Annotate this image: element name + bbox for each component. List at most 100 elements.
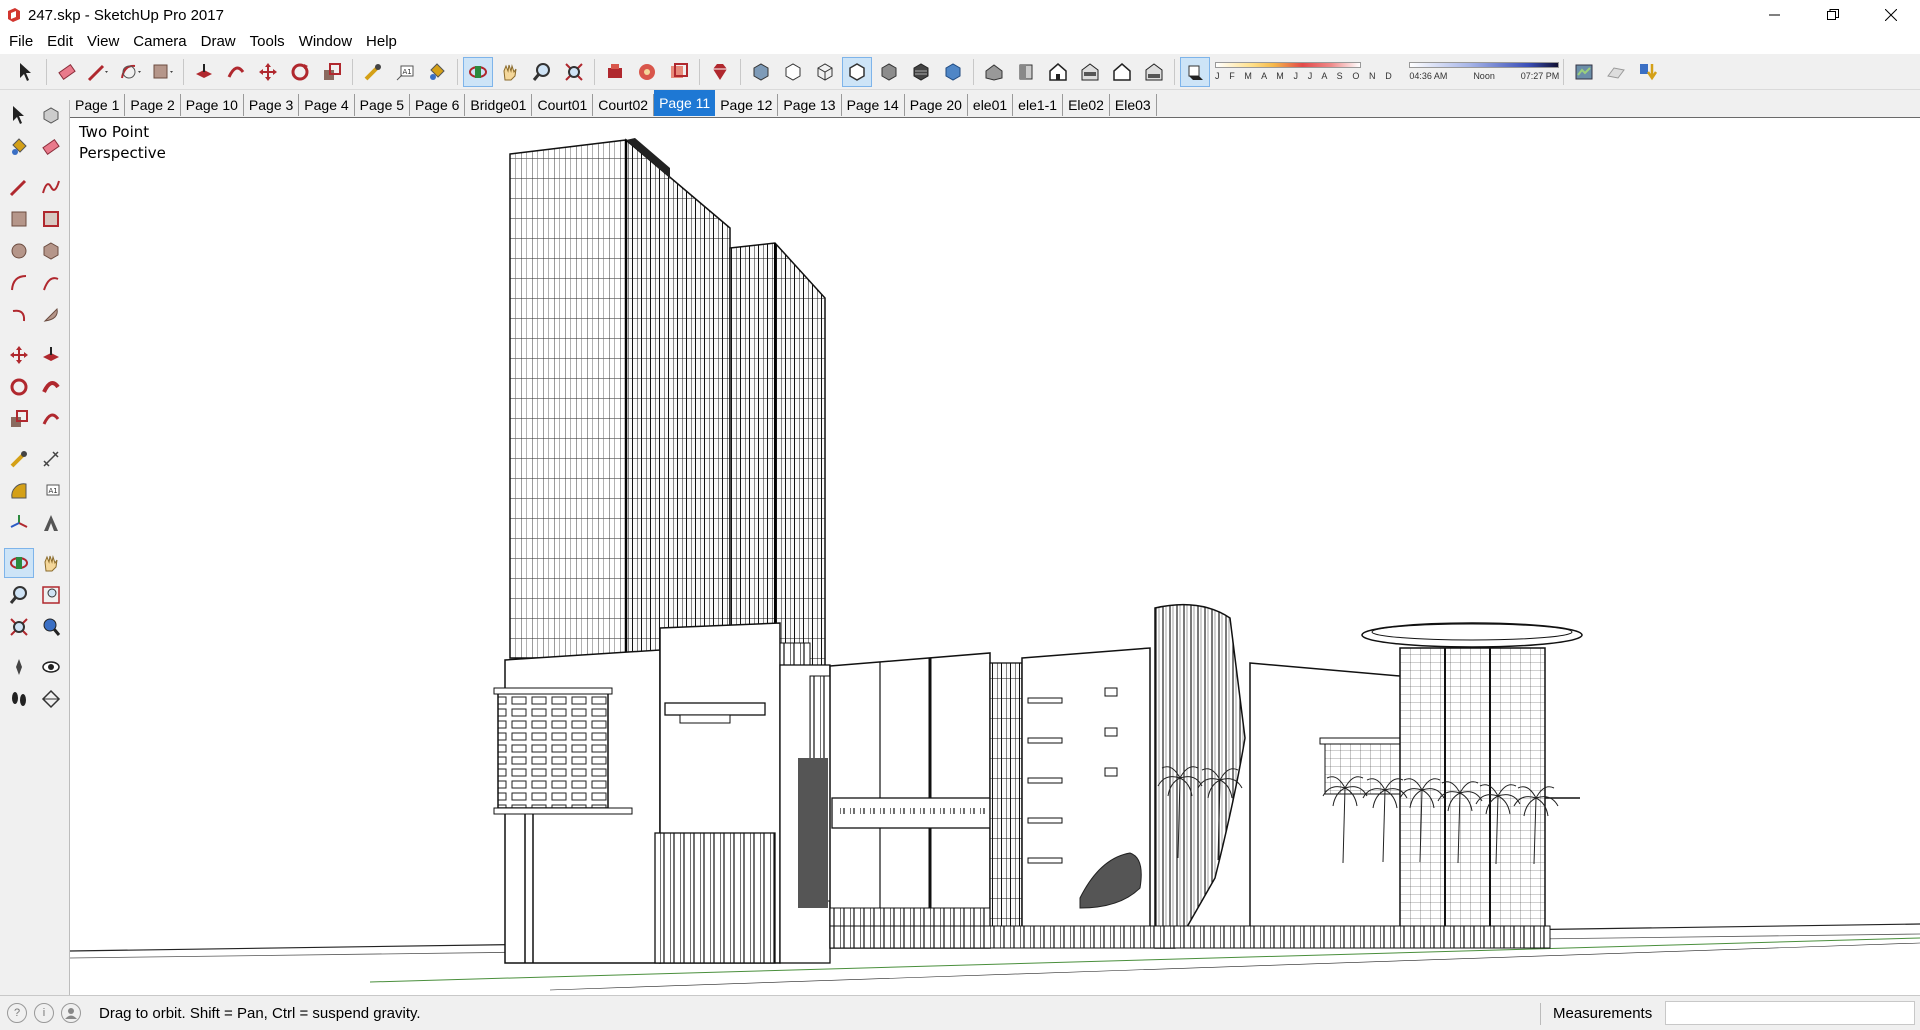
line-tool[interactable] [4, 172, 34, 202]
zoom-window-tool[interactable] [36, 580, 66, 610]
geolocation-icon[interactable]: ? [7, 1003, 27, 1023]
scene-tab[interactable]: Page 1 [70, 94, 126, 116]
photo-textures-button[interactable] [1633, 57, 1663, 87]
push-pull-tool[interactable] [36, 340, 66, 370]
tape-measure-tool[interactable] [4, 444, 34, 474]
scene-tab[interactable]: Page 14 [841, 94, 905, 116]
rotated-rectangle-tool[interactable] [36, 204, 66, 234]
select-tool[interactable] [4, 100, 34, 130]
menu-help[interactable]: Help [359, 30, 404, 54]
send-to-layout-button[interactable] [664, 57, 694, 87]
add-location-button[interactable] [1569, 57, 1599, 87]
hidden-line-style-button[interactable] [842, 56, 872, 87]
two-point-arc-tool[interactable] [36, 268, 66, 298]
move-tool[interactable] [4, 340, 34, 370]
three-point-arc-tool[interactable] [4, 300, 34, 330]
scene-tab[interactable]: Page 10 [180, 94, 244, 116]
shadow-time-slider[interactable]: 04:36 AM Noon 07:27 PM [1409, 57, 1560, 87]
shadow-month-slider[interactable]: J F M A M J J A S O N D [1215, 57, 1395, 87]
credits-icon[interactable]: i [34, 1003, 54, 1023]
eraser-tool[interactable] [36, 132, 66, 162]
orbit-tool-button[interactable] [463, 56, 493, 87]
menu-tools[interactable]: Tools [243, 30, 292, 54]
position-camera-tool[interactable] [4, 652, 34, 682]
paint-bucket-tool-button[interactable] [422, 57, 452, 87]
text-tool-button[interactable]: A1 [390, 57, 420, 87]
rectangle-tool[interactable] [4, 204, 34, 234]
push-pull-tool-button[interactable] [189, 57, 219, 87]
scene-tab[interactable]: Court02 [593, 94, 655, 116]
front-view-button[interactable] [1043, 57, 1073, 87]
follow-me-tool[interactable] [36, 372, 66, 402]
toggle-terrain-button[interactable] [1601, 57, 1631, 87]
scene-tab[interactable]: Ele02 [1063, 94, 1110, 116]
monochrome-style-button[interactable] [938, 57, 968, 87]
select-tool-button[interactable] [11, 57, 41, 87]
scene-tab[interactable]: Page 6 [410, 94, 466, 116]
scene-tab[interactable]: Bridge01 [465, 94, 533, 116]
arc-tool-button[interactable] [116, 57, 146, 87]
scene-tab[interactable]: Page 4 [299, 94, 355, 116]
shaded-textures-style-button[interactable] [906, 57, 936, 87]
scene-tab[interactable]: Page 2 [125, 94, 181, 116]
menu-draw[interactable]: Draw [194, 30, 243, 54]
polygon-tool[interactable] [36, 236, 66, 266]
back-view-button[interactable] [1107, 57, 1137, 87]
arc-tool[interactable] [4, 268, 34, 298]
menu-window[interactable]: Window [292, 30, 359, 54]
share-model-button[interactable] [632, 57, 662, 87]
tape-measure-tool-button[interactable] [358, 57, 388, 87]
scene-tab[interactable]: Page 20 [904, 94, 968, 116]
shape-tool-button[interactable] [148, 57, 178, 87]
freehand-tool[interactable] [36, 172, 66, 202]
left-view-button[interactable] [1139, 57, 1169, 87]
zoom-extents-tool[interactable] [4, 612, 34, 642]
top-view-button[interactable] [1011, 57, 1041, 87]
orbit-tool[interactable] [4, 548, 34, 578]
scene-tab[interactable]: ele1-1 [1013, 94, 1064, 116]
menu-camera[interactable]: Camera [126, 30, 193, 54]
scene-tab[interactable]: ele01 [967, 94, 1014, 116]
minimize-button[interactable] [1746, 0, 1804, 30]
protractor-tool[interactable] [4, 476, 34, 506]
pan-tool[interactable] [36, 548, 66, 578]
pie-tool[interactable] [36, 300, 66, 330]
right-view-button[interactable] [1075, 57, 1105, 87]
3d-warehouse-button[interactable] [600, 57, 630, 87]
menu-file[interactable]: File [2, 30, 40, 54]
close-button[interactable] [1862, 0, 1920, 30]
menu-view[interactable]: View [80, 30, 126, 54]
zoom-extents-tool-button[interactable] [559, 57, 589, 87]
scene-tab[interactable]: Page 3 [243, 94, 300, 116]
scene-tab[interactable]: Ele03 [1109, 94, 1157, 116]
month-bar[interactable] [1215, 62, 1361, 68]
extension-warehouse-button[interactable] [705, 57, 735, 87]
scene-tab[interactable]: Page 12 [715, 94, 779, 116]
restore-button[interactable] [1804, 0, 1862, 30]
wireframe-style-button[interactable] [810, 57, 840, 87]
pan-tool-button[interactable] [495, 57, 525, 87]
zoom-tool-button[interactable] [527, 57, 557, 87]
pencil-tool-button[interactable] [84, 57, 114, 87]
rotate-tool-button[interactable] [285, 57, 315, 87]
scene-tab[interactable]: Court01 [532, 94, 594, 116]
offset-tool[interactable] [36, 404, 66, 434]
time-bar[interactable] [1409, 62, 1560, 68]
axes-tool[interactable] [4, 508, 34, 538]
scale-tool[interactable] [4, 404, 34, 434]
move-tool-button[interactable] [253, 57, 283, 87]
3d-text-tool[interactable] [36, 508, 66, 538]
eraser-tool-button[interactable] [52, 57, 82, 87]
walk-tool[interactable] [4, 684, 34, 714]
model-viewport[interactable]: Two Point Perspective [70, 117, 1920, 995]
dimension-tool[interactable] [36, 444, 66, 474]
zoom-tool[interactable] [4, 580, 34, 610]
scene-tab[interactable]: Page 13 [778, 94, 842, 116]
paint-bucket-tool[interactable] [4, 132, 34, 162]
back-edges-style-button[interactable] [778, 57, 808, 87]
iso-view-button[interactable] [979, 57, 1009, 87]
scene-tab-active[interactable]: Page 11 [654, 90, 716, 116]
xray-style-button[interactable] [746, 57, 776, 87]
look-around-tool[interactable] [36, 652, 66, 682]
menu-edit[interactable]: Edit [40, 30, 80, 54]
